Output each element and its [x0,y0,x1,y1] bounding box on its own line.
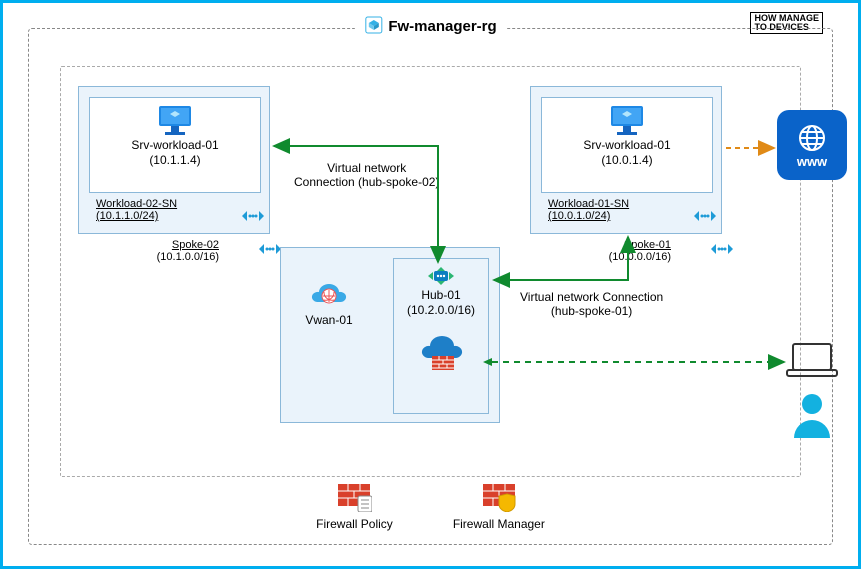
conn-spoke02-label: Virtual network Connection (hub-spoke-02… [294,161,439,189]
legend-firewall-policy: Firewall Policy [316,482,393,531]
spoke01-box-label: Spoke-01 [609,239,671,251]
resource-group-title: Fw-manager-rg [354,16,506,37]
hub-cidr: (10.2.0.0/16) [394,303,488,318]
spoke01-vm-ip: (10.0.1.4) [542,153,712,168]
spoke01-vm-label: Srv-workload-01 [542,138,712,153]
conn-spoke01-label: Virtual network Connection (hub-spoke-01… [520,290,663,318]
spoke02-subnet-cidr: (10.1.1.0/24) [96,210,177,222]
vwan-label: Vwan-01 [297,313,361,328]
spoke02-box-cidr: (10.1.0.0/16) [157,251,219,263]
firewall-icon [418,363,464,377]
resource-group-title-text: Fw-manager-rg [388,18,496,35]
spoke01-box-cidr: (10.0.0.0/16) [609,251,671,263]
vnet-icon [242,209,264,226]
legend-firewall-manager: Firewall Manager [453,482,545,531]
spoke01-box: Srv-workload-01 (10.0.1.4) Workload-01-S… [530,86,722,234]
spoke01-subnet-label: Workload-01-SN [548,198,629,210]
resource-group-icon [364,16,382,37]
spoke02-vm-label: Srv-workload-01 [90,138,260,153]
vwan-box: Vwan-01 Hub-01 (10.2.0.0/16) [280,247,500,423]
spoke02-subnet-box: Srv-workload-01 (10.1.1.4) Workload-02-S… [89,97,261,193]
firewall-manager-icon [481,482,517,515]
user-icon [791,392,833,441]
spoke02-vm-ip: (10.1.1.4) [90,153,260,168]
vwan-icon [309,299,349,313]
laptop-icon [783,340,841,385]
www-icon: www [777,110,847,180]
firewall-policy-icon [336,482,372,515]
spoke01-subnet-box: Srv-workload-01 (10.0.1.4) Workload-01-S… [541,97,713,193]
vm-icon [90,104,260,138]
spoke02-subnet-label: Workload-02-SN [96,198,177,210]
vm-icon [542,104,712,138]
spoke02-box-label: Spoke-02 [157,239,219,251]
vnet-icon [694,209,716,226]
legend: Firewall Policy Firewall Manager [0,482,861,531]
spoke02-box: Srv-workload-01 (10.1.1.4) Workload-02-S… [78,86,270,234]
vnet-icon [259,242,281,259]
vnet-icon [711,242,733,259]
hub-icon [428,274,454,288]
spoke01-subnet-cidr: (10.0.1.0/24) [548,210,629,222]
hub-box: Hub-01 (10.2.0.0/16) [393,258,489,414]
hub-label: Hub-01 [394,288,488,303]
